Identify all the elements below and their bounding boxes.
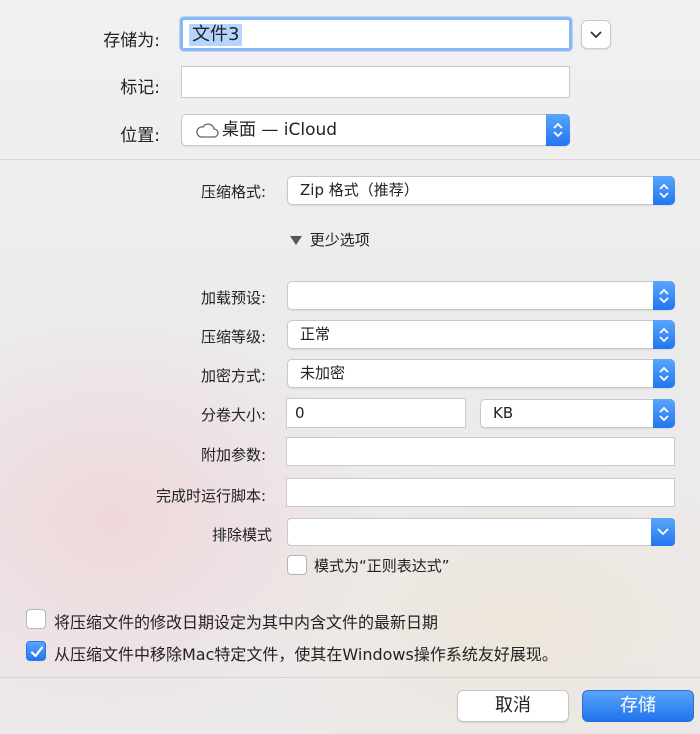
chevron-down-icon — [590, 31, 602, 39]
updown-arrows-icon — [659, 366, 669, 382]
location-popup[interactable]: 桌面 — iCloud — [181, 114, 570, 146]
level-stepper — [653, 320, 675, 349]
save-as-field[interactable]: 文件3 — [180, 17, 572, 51]
location-label: 位置: — [120, 126, 160, 146]
chevron-down-icon — [657, 528, 669, 536]
remove-mac-files-checkbox[interactable] — [26, 641, 46, 661]
location-value: 桌面 — iCloud — [222, 120, 338, 140]
save-button[interactable]: 存储 — [582, 690, 694, 722]
updown-arrows-icon — [659, 288, 669, 304]
exclude-combo[interactable] — [287, 518, 675, 546]
split-unit-popup[interactable]: KB — [480, 399, 675, 428]
script-field[interactable] — [286, 478, 675, 507]
split-size-value: 0 — [295, 404, 305, 422]
updown-arrows-icon — [659, 183, 669, 199]
encryption-value: 未加密 — [300, 364, 346, 382]
save-as-label: 存储为: — [103, 31, 160, 51]
preset-label: 加载预设: — [200, 289, 266, 307]
set-date-label: 将压缩文件的修改日期设定为其中内含文件的最新日期 — [54, 613, 439, 632]
save-as-value: 文件3 — [189, 24, 243, 46]
level-value: 正常 — [300, 325, 331, 343]
params-label: 附加参数: — [200, 446, 266, 464]
level-popup[interactable]: 正常 — [287, 320, 675, 349]
expand-dialog-button[interactable] — [581, 20, 611, 49]
preset-popup[interactable] — [287, 281, 675, 310]
cloud-icon — [196, 123, 219, 138]
format-popup[interactable]: Zip 格式（推荐） — [287, 176, 675, 205]
script-label: 完成时运行脚本: — [155, 487, 266, 505]
less-options-toggle[interactable]: 更少选项 — [290, 229, 370, 249]
regex-checkbox[interactable] — [287, 555, 307, 575]
updown-arrows-icon — [659, 327, 669, 343]
split-unit-stepper — [653, 399, 675, 428]
level-label: 压缩等级: — [200, 328, 266, 346]
split-label: 分卷大小: — [200, 406, 266, 424]
params-field[interactable] — [286, 437, 675, 466]
split-unit-value: KB — [493, 404, 514, 422]
format-value: Zip 格式（推荐） — [300, 181, 419, 199]
checkmark-icon — [30, 646, 44, 658]
preset-stepper — [653, 281, 675, 310]
encryption-popup[interactable]: 未加密 — [287, 359, 675, 388]
top-divider — [0, 159, 700, 160]
less-options-label: 更少选项 — [309, 231, 370, 249]
format-stepper — [653, 176, 675, 205]
format-label: 压缩格式: — [200, 183, 266, 201]
triangle-down-icon — [290, 236, 302, 245]
regex-label: 模式为“正则表达式” — [314, 557, 450, 575]
exclude-label: 排除模式 — [211, 526, 272, 544]
tags-field[interactable] — [181, 66, 570, 98]
bottom-divider — [0, 677, 700, 678]
location-stepper — [546, 114, 570, 146]
split-size-field[interactable]: 0 — [286, 398, 466, 428]
updown-arrows-icon — [553, 122, 563, 138]
remove-mac-files-label: 从压缩文件中移除Mac特定文件，使其在Windows操作系统友好展现。 — [54, 645, 558, 664]
updown-arrows-icon — [659, 406, 669, 422]
cancel-button[interactable]: 取消 — [457, 690, 569, 722]
set-date-checkbox[interactable] — [26, 609, 46, 629]
encryption-stepper — [653, 359, 675, 388]
encryption-label: 加密方式: — [200, 367, 266, 385]
tags-label: 标记: — [120, 78, 160, 98]
exclude-dropdown-button[interactable] — [651, 518, 675, 546]
